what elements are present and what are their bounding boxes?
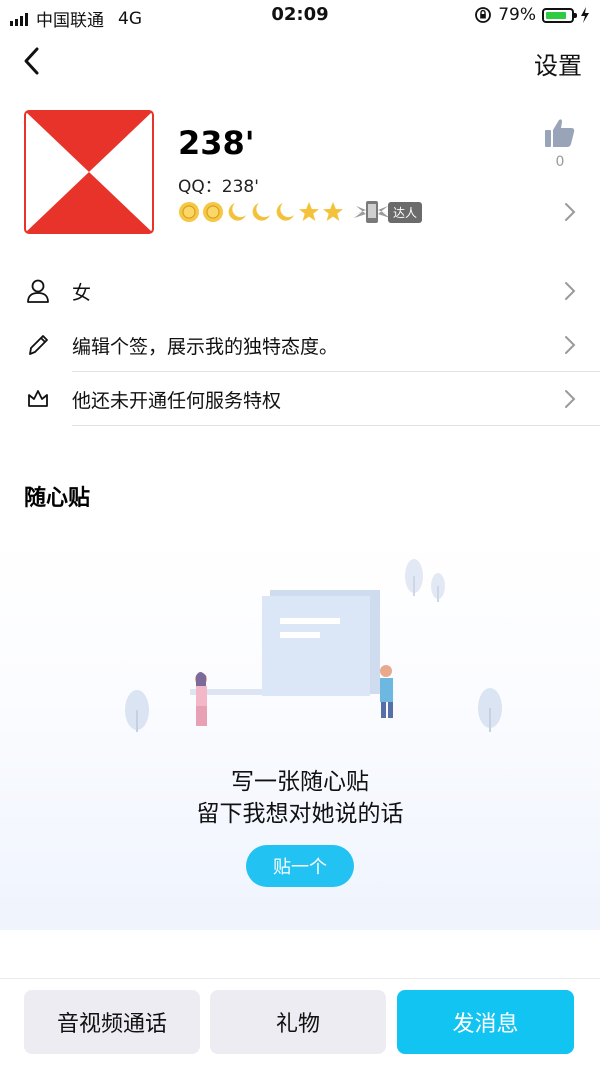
chevron-right-icon (565, 282, 576, 300)
moon-icon (252, 203, 270, 221)
empty-state-line1: 写一张随心贴 (231, 769, 369, 795)
qq-number: QQ：238' (178, 177, 259, 197)
chevron-left-icon[interactable] (20, 46, 46, 76)
video-call-button[interactable]: 音视频通话 (24, 990, 200, 1054)
empty-state-line2: 留下我想对她说的话 (196, 801, 404, 827)
nav-bar: 设置 (0, 34, 600, 90)
tree-icon (405, 559, 423, 596)
row-gender[interactable]: 女 (0, 264, 600, 318)
tree-icon (478, 688, 502, 732)
level-icons[interactable]: 达人 (178, 200, 423, 224)
charging-icon (581, 7, 589, 23)
section-title: 随心贴 (24, 486, 91, 511)
chevron-right-icon (565, 390, 576, 408)
bottom-divider (0, 978, 600, 979)
star-icon (299, 202, 319, 221)
row-signature-label: 编辑个签，展示我的独特态度。 (72, 335, 339, 358)
settings-button[interactable]: 设置 (534, 46, 582, 81)
post-note-button[interactable]: 贴一个 (246, 845, 354, 887)
row-gender-label: 女 (72, 281, 92, 304)
gift-button[interactable]: 礼物 (210, 990, 386, 1054)
sun-icon (203, 202, 223, 222)
chevron-right-icon[interactable] (564, 202, 576, 222)
avatar[interactable] (24, 110, 154, 234)
woman-figure-icon (195, 672, 207, 726)
moon-icon (228, 203, 246, 221)
status-right: 79% (474, 5, 590, 25)
empty-state-illustration (125, 559, 502, 732)
chevron-right-icon (565, 336, 576, 354)
talent-badge: 达人 (352, 200, 423, 224)
info-rows: 女 编辑个签，展示我的独特态度。 他还未开通任何服务特权 (0, 264, 600, 426)
winged-phone-icon (354, 201, 390, 223)
star-icon (323, 202, 343, 221)
send-message-button[interactable]: 发消息 (397, 990, 574, 1054)
moon-icon (276, 203, 294, 221)
man-figure-icon (380, 665, 393, 718)
paper-note-icon (262, 590, 380, 696)
pencil-icon (29, 335, 48, 355)
like-button[interactable]: 0 (544, 118, 576, 170)
divider (72, 425, 600, 426)
talent-badge-label: 达人 (388, 201, 423, 223)
row-privileges-label: 他还未开通任何服务特权 (72, 389, 282, 412)
row-privileges[interactable]: 他还未开通任何服务特权 (0, 372, 600, 426)
thumbs-up-icon (545, 119, 575, 147)
crown-icon (28, 390, 48, 407)
tree-icon (125, 690, 149, 732)
rotation-lock-icon (475, 7, 492, 23)
battery-icon (542, 7, 577, 23)
status-bar: 中国联通 4G 02:09 79% (0, 0, 600, 34)
profile-name: 238' (178, 124, 255, 162)
like-count: 0 (555, 154, 565, 170)
tree-icon (431, 573, 445, 602)
row-signature[interactable]: 编辑个签，展示我的独特态度。 (0, 318, 600, 372)
sun-icon (179, 202, 199, 222)
battery-percent: 79% (498, 5, 536, 25)
person-icon (27, 279, 49, 303)
